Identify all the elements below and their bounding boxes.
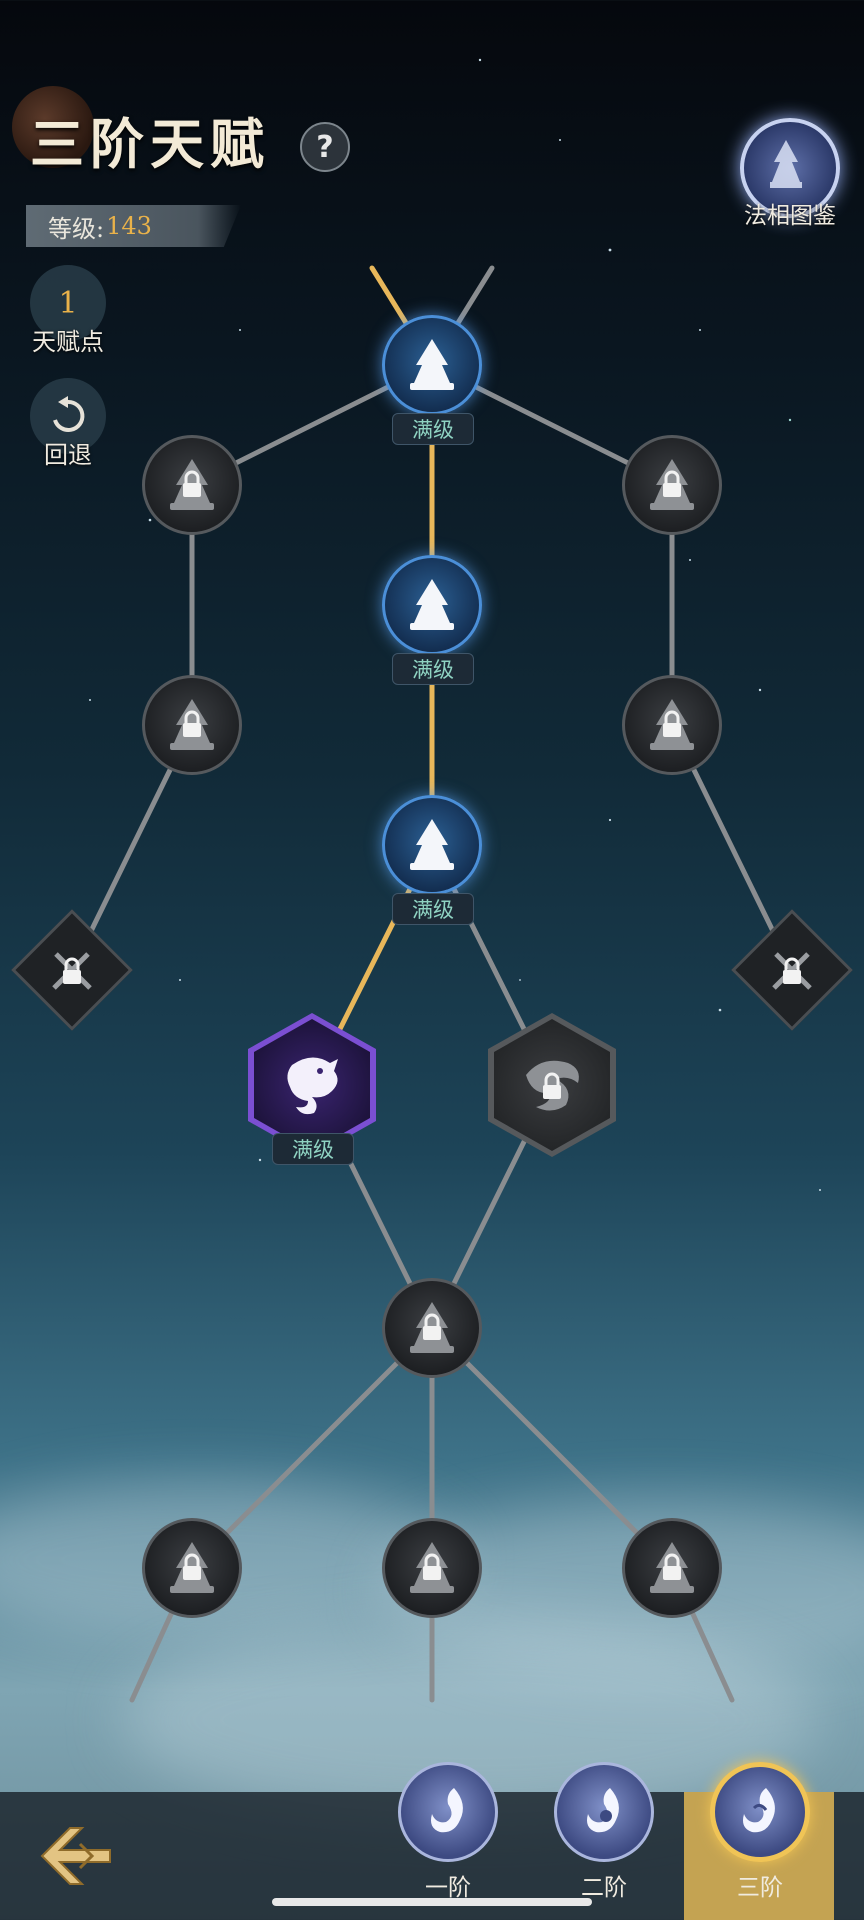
sword-lock-icon [22,920,122,1020]
statue-lock-icon [650,1542,694,1593]
talent-node-b3[interactable] [622,1518,722,1618]
flame-swirl-icon [587,1788,619,1833]
talent-node-n3[interactable] [382,795,482,895]
tier-label: 三阶 [737,1875,783,1901]
tier-button-2[interactable]: 二阶 [554,1762,654,1902]
flame-swirl-icon [743,1788,775,1833]
talent-node-b1[interactable] [142,1518,242,1618]
talent-node-c[interactable] [382,1278,482,1378]
statue-lock-icon [410,1542,454,1593]
tier-label: 一阶 [425,1875,471,1901]
statue-lock-icon [170,699,214,750]
max-level-tag: 满级 [392,893,474,925]
talent-node-n2[interactable] [382,555,482,655]
buddha-statue-icon [410,339,454,390]
statue-lock-icon [650,459,694,510]
statue-lock-icon [170,459,214,510]
statue-lock-icon [410,1302,454,1353]
talent-tree-links [69,265,795,1703]
tier-button-1[interactable]: 一阶 [398,1762,498,1902]
phoenix-lock-icon [526,1060,579,1111]
back-button[interactable] [36,1818,116,1894]
statue-lock-icon [170,1542,214,1593]
tier-label: 二阶 [581,1875,627,1901]
tier-button-3[interactable]: 三阶 [710,1762,810,1902]
buddha-statue-icon [410,819,454,870]
talent-node-n1[interactable] [382,315,482,415]
talent-node-r2[interactable] [622,675,722,775]
talent-node-b2[interactable] [382,1518,482,1618]
buddha-statue-icon [410,579,454,630]
max-level-tag: 满级 [272,1133,354,1165]
dragon-icon [287,1057,338,1115]
flame-swirl-icon [431,1788,463,1833]
talent-node-l2[interactable] [142,675,242,775]
max-level-tag: 满级 [392,653,474,685]
talent-node-r1[interactable] [622,435,722,535]
home-indicator [272,1898,592,1906]
sword-lock-icon [742,920,842,1020]
max-level-tag: 满级 [392,413,474,445]
back-arrow-icon [40,1827,111,1885]
statue-lock-icon [650,699,694,750]
talent-node-l1[interactable] [142,435,242,535]
